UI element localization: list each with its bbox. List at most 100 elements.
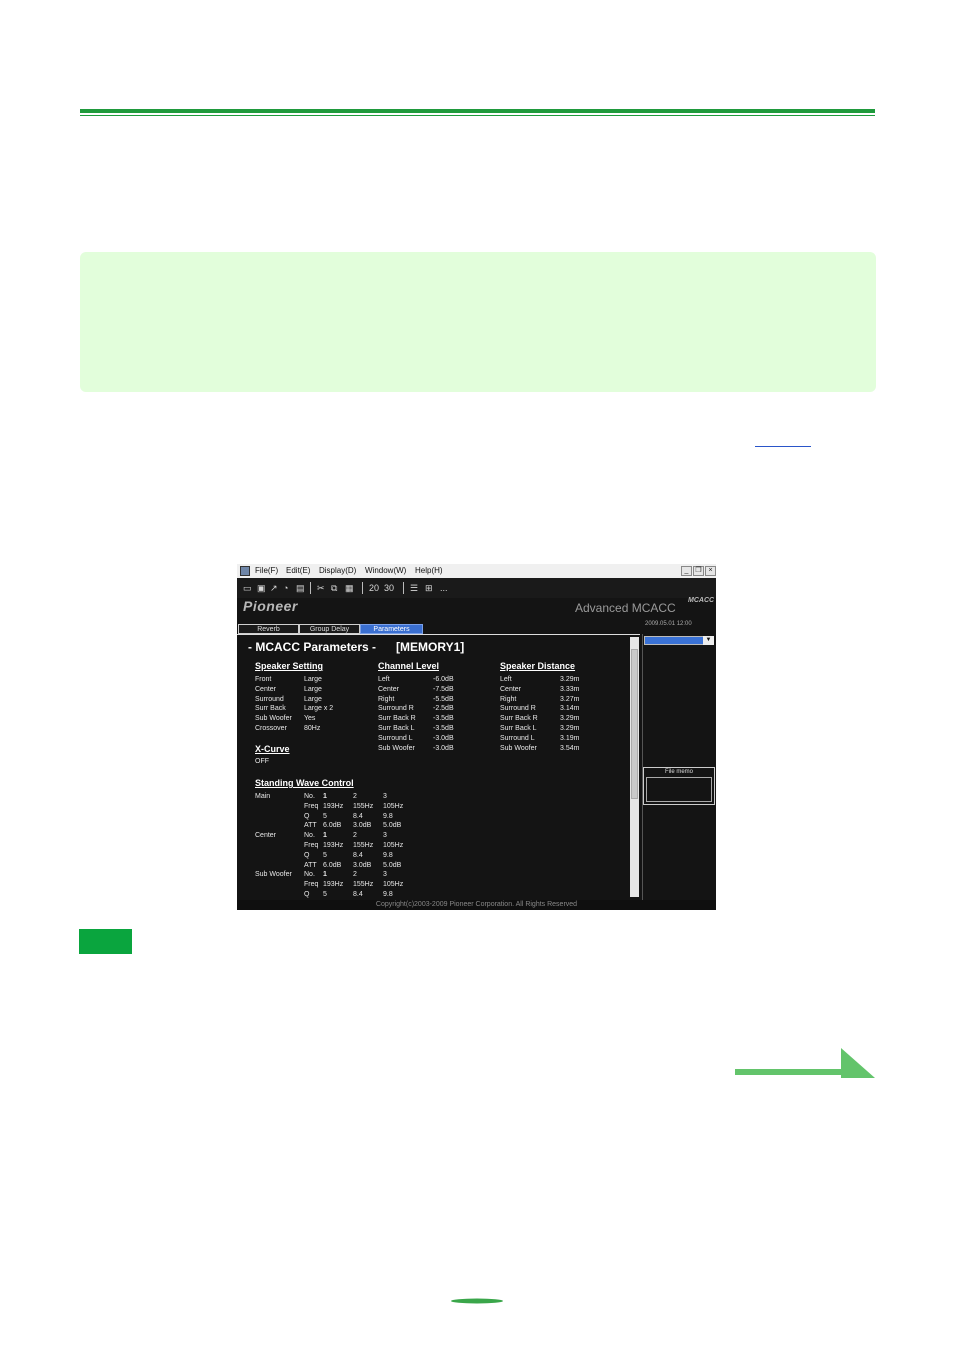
save-icon[interactable]: ▣: [257, 582, 266, 594]
toolbar-30-button[interactable]: 30: [384, 582, 394, 594]
standing-wave-cell: 193Hz: [323, 842, 344, 849]
standing-wave-cell: 193Hz: [323, 802, 344, 810]
standing-wave-cell: Freq: [304, 881, 319, 889]
tab-parameters[interactable]: Parameters: [360, 624, 423, 634]
standing-wave-cell: 5: [323, 891, 327, 898]
standing-wave-cell: ATT: [304, 822, 317, 830]
standing-wave-cell: 8.4: [353, 891, 363, 898]
speaker-distance-value: 3.29m: [560, 715, 580, 723]
standing-wave-cell: Freq: [304, 802, 319, 810]
restore-icon[interactable]: ❐: [693, 566, 704, 576]
grid-icon[interactable]: ⊞: [425, 582, 433, 594]
channel-level-value: -7.5dB: [433, 685, 454, 693]
channel-level-value: -2.5dB: [433, 705, 454, 713]
standing-wave-cell: Freq: [304, 842, 319, 849]
toolbar: ▭ ▣ ↗ ◔ ▤ ✂ ⧉ ▦ 20 30 ☰ ⊞ ...: [237, 578, 716, 598]
standing-wave-group-name: Main: [255, 793, 271, 800]
speaker-distance-label: Surr Back R: [500, 715, 538, 723]
speaker-distance-value: 3.29m: [560, 676, 580, 683]
cut-icon[interactable]: ✂: [317, 582, 325, 594]
tab-reverb[interactable]: Reverb: [238, 624, 299, 634]
menu-edit[interactable]: Edit(E): [286, 564, 310, 578]
standing-wave-cell: No.: [304, 871, 315, 879]
standing-wave-cell: 8.4: [353, 812, 363, 820]
standing-wave-cell: 1: [323, 793, 327, 800]
menu-help[interactable]: Help(H): [415, 564, 443, 578]
speaker-distance-label: Surround R: [500, 705, 536, 713]
standing-wave-cell: 193Hz: [323, 881, 344, 889]
channel-level-value: -6.0dB: [433, 676, 454, 683]
mcacc-badge: MCACC: [688, 597, 715, 604]
clock-icon[interactable]: ◔: [283, 582, 288, 594]
speaker-distance-value: 3.27m: [560, 695, 580, 703]
speaker-distance-value: 3.33m: [560, 685, 580, 693]
channel-level-value: -3.0dB: [433, 734, 454, 742]
minimize-icon[interactable]: _: [681, 566, 692, 576]
copy-icon[interactable]: ⧉: [331, 582, 337, 594]
standing-wave-cell: 9.8: [383, 851, 393, 859]
standing-wave-cell: 3: [383, 871, 387, 879]
speaker-distance-title: Speaker Distance: [500, 661, 576, 671]
page-number-decoration: [451, 1298, 503, 1304]
standing-wave-cell: 5.0dB: [383, 822, 402, 830]
standing-wave-group-name: Sub Woofer: [255, 871, 292, 879]
standing-wave-cell: 1: [323, 832, 327, 840]
copyright-bar: Copyright(c)2003-2009 Pioneer Corporatio…: [237, 900, 716, 910]
channel-level-value: -5.5dB: [433, 695, 454, 703]
standing-wave-cell: 6.0dB: [323, 861, 342, 869]
toolbar-20-button[interactable]: 20: [369, 582, 379, 594]
speaker-distance-value: 3.54m: [560, 744, 580, 752]
scrollbar-thumb[interactable]: [631, 649, 638, 799]
chevron-down-icon[interactable]: ▼: [703, 636, 714, 645]
standing-wave-cell: 105Hz: [383, 881, 404, 889]
standing-wave-cell: 2: [353, 871, 357, 879]
toolbar-more-button[interactable]: ...: [440, 582, 448, 594]
app-icon: [240, 566, 250, 576]
channel-level-label: Surround R: [378, 705, 414, 713]
standing-wave-cell: Q: [304, 812, 310, 820]
menu-window[interactable]: Window(W): [365, 564, 406, 578]
tab-group-delay[interactable]: Group Delay: [299, 624, 360, 634]
note-tag: [79, 929, 132, 954]
page-link[interactable]: [755, 446, 811, 447]
standing-wave-cell: 2: [353, 793, 357, 800]
standing-wave-cell: 105Hz: [383, 842, 404, 849]
menu-file[interactable]: File(F): [255, 564, 278, 578]
standing-wave-cell: 5: [323, 812, 327, 820]
close-icon[interactable]: ×: [705, 566, 716, 576]
standing-wave-cell: 8.4: [353, 851, 363, 859]
highlight-box: [80, 252, 876, 392]
paste-icon[interactable]: ▦: [345, 582, 354, 594]
product-name: Advanced MCACC: [575, 601, 676, 615]
speaker-distance-label: Right: [500, 695, 517, 703]
speaker-distance-label: Surround L: [500, 734, 535, 742]
layers-icon[interactable]: ☰: [410, 582, 418, 594]
xcurve-value: OFF: [255, 758, 269, 765]
standing-wave-cell: 155Hz: [353, 881, 374, 889]
graph-icon[interactable]: ↗: [270, 582, 278, 594]
channel-level-label: Sub Woofer: [378, 744, 415, 752]
channel-level-value: -3.5dB: [433, 715, 454, 723]
toolbar-separator: [310, 582, 311, 594]
standing-wave-cell: 5: [323, 851, 327, 859]
standing-wave-cell: 3: [383, 832, 387, 840]
standing-wave-cell: 9.8: [383, 812, 393, 820]
standing-wave-cell: 3: [383, 793, 387, 800]
channel-level-label: Surr Back R: [378, 715, 416, 723]
menu-display[interactable]: Display(D): [319, 564, 356, 578]
speaker-distance-value: 3.29m: [560, 725, 580, 732]
speaker-setting-label: Surround: [255, 695, 284, 703]
channel-level-label: Left: [378, 676, 390, 683]
standing-wave-cell: No.: [304, 832, 315, 840]
file-memo-field[interactable]: [646, 777, 712, 802]
speaker-setting-value: Large: [304, 685, 322, 693]
speaker-distance-label: Center: [500, 685, 522, 693]
standing-wave-cell: Q: [304, 851, 310, 859]
open-icon[interactable]: ▭: [243, 582, 252, 594]
speaker-setting-label: Crossover: [255, 725, 287, 732]
speaker-setting-label: Front: [255, 676, 272, 683]
print-preview-icon[interactable]: ▤: [296, 582, 305, 594]
speaker-setting-label: Center: [255, 685, 277, 693]
speaker-setting-title: Speaker Setting: [255, 661, 324, 671]
channel-level-value: -3.0dB: [433, 744, 454, 752]
